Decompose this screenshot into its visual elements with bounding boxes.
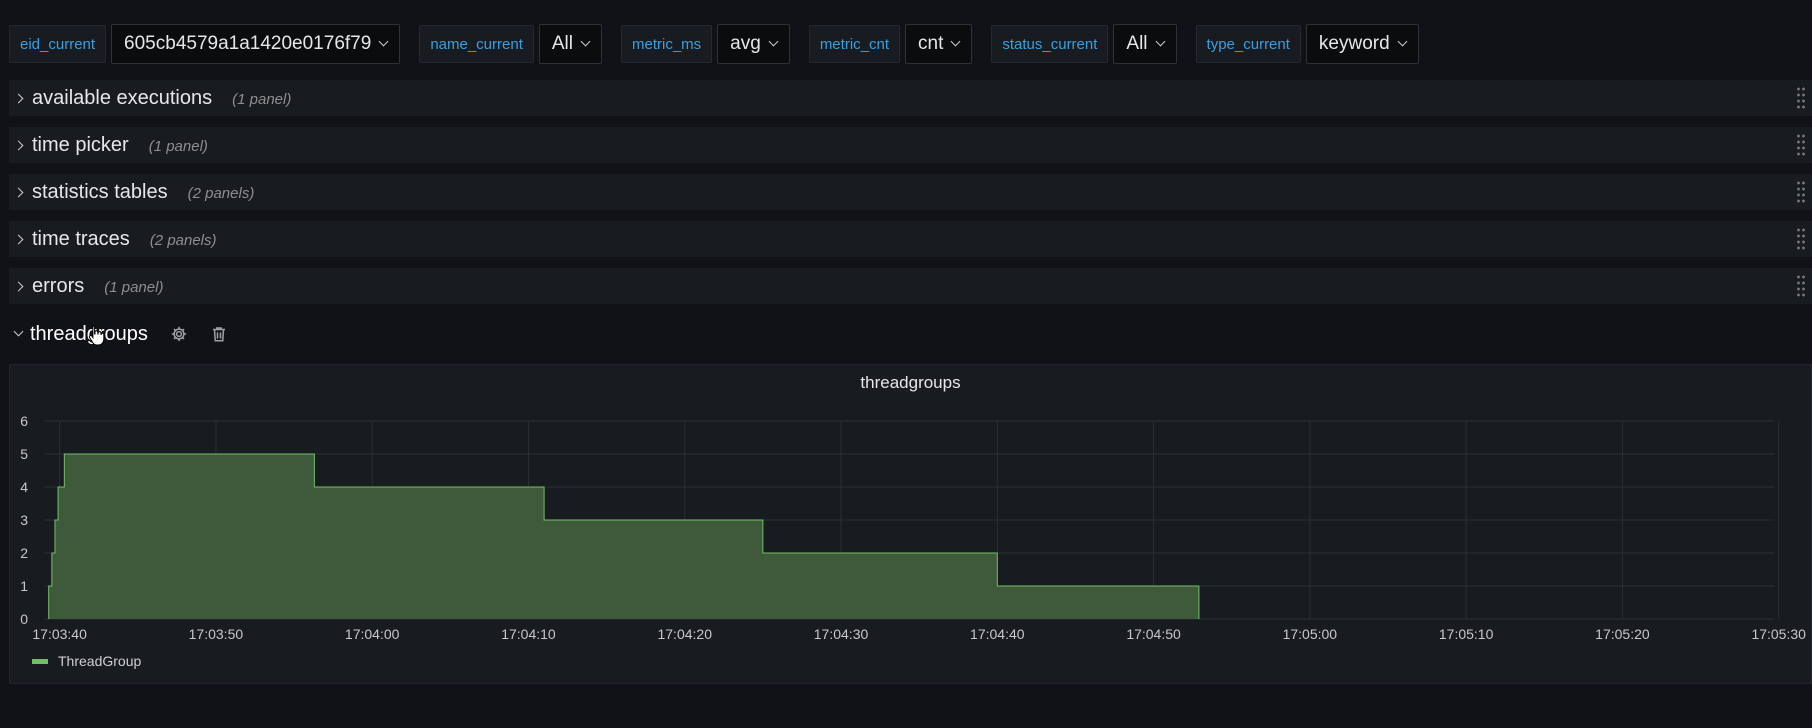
row-panel-count: (2 panels) <box>149 232 217 249</box>
variable-value[interactable]: cnt <box>918 25 943 63</box>
row-time-picker[interactable]: time picker (1 panel) <box>9 127 1812 163</box>
variable-label: name_current <box>419 25 534 63</box>
row-title[interactable]: statistics tables <box>32 181 168 204</box>
chevron-down-icon[interactable] <box>950 36 961 47</box>
row-title[interactable]: errors <box>32 275 84 298</box>
row-title[interactable]: time picker <box>32 134 129 157</box>
chevron-right-icon[interactable] <box>13 234 24 244</box>
drag-handle-icon[interactable] <box>1796 180 1806 204</box>
x-tick-label: 17:04:00 <box>345 626 400 642</box>
chevron-down-icon[interactable] <box>13 326 24 337</box>
variable-value[interactable]: keyword <box>1319 25 1390 63</box>
row-panel-count: (1 panel) <box>104 279 164 296</box>
variable-type-current: type_current keyword <box>1195 24 1419 64</box>
variable-metric-cnt: metric_cnt cnt <box>808 24 973 64</box>
chevron-down-icon[interactable] <box>378 36 389 47</box>
drag-handle-icon[interactable] <box>1796 227 1806 251</box>
row-panel-count: (1 panel) <box>148 138 208 155</box>
row-available-executions[interactable]: available executions (1 panel) <box>9 80 1812 116</box>
row-title[interactable]: available executions <box>32 87 212 110</box>
variable-label: eid_current <box>9 25 107 63</box>
x-tick-label: 17:05:10 <box>1439 626 1494 642</box>
variable-name-current: name_current All <box>419 24 602 64</box>
x-tick-label: 17:04:20 <box>657 626 712 642</box>
x-tick-label: 17:04:30 <box>814 626 869 642</box>
variable-dropdown[interactable]: 605cb4579a1a1420e0176f79 <box>111 24 401 64</box>
x-tick-label: 17:04:10 <box>501 626 556 642</box>
row-errors[interactable]: errors (1 panel) <box>9 268 1812 304</box>
y-tick-label: 6 <box>20 413 28 429</box>
legend-swatch[interactable] <box>32 658 48 664</box>
variable-label: metric_ms <box>621 25 713 63</box>
drag-handle-icon[interactable] <box>1796 86 1806 110</box>
chevron-down-icon[interactable] <box>1397 36 1408 47</box>
variable-dropdown[interactable]: keyword <box>1305 24 1419 64</box>
chevron-right-icon[interactable] <box>13 140 24 150</box>
x-tick-label: 17:03:50 <box>189 626 244 642</box>
drag-handle-icon[interactable] <box>1796 133 1806 157</box>
x-tick-label: 17:05:20 <box>1595 626 1650 642</box>
legend: ThreadGroup <box>32 653 141 669</box>
x-tick-label: 17:04:50 <box>1126 626 1181 642</box>
chevron-right-icon[interactable] <box>13 93 24 103</box>
legend-label[interactable]: ThreadGroup <box>58 653 141 669</box>
variable-dropdown[interactable]: All <box>1113 24 1177 64</box>
chevron-right-icon[interactable] <box>13 187 24 197</box>
row-threadgroups[interactable]: threadgroups <box>9 316 228 352</box>
x-tick-label: 17:03:40 <box>32 626 87 642</box>
variable-dropdown[interactable]: All <box>538 24 602 64</box>
variable-dropdown[interactable]: avg <box>717 24 790 64</box>
chevron-down-icon[interactable] <box>768 36 779 47</box>
variable-value[interactable]: All <box>552 25 573 63</box>
chevron-right-icon[interactable] <box>13 281 24 291</box>
hand-cursor-icon <box>88 325 105 346</box>
row-panel-count: (1 panel) <box>232 91 292 108</box>
variable-status-current: status_current All <box>991 24 1177 64</box>
chevron-down-icon[interactable] <box>1155 36 1165 47</box>
variable-value[interactable]: All <box>1126 25 1147 63</box>
threadgroups-chart[interactable]: 0 1 2 3 4 5 6 17:03:40 17:03:50 17:04:00 17:04:10 1… <box>10 365 1811 683</box>
row-panel-count: (2 panels) <box>187 185 255 202</box>
y-tick-label: 2 <box>20 545 28 561</box>
x-tick-label: 17:05:00 <box>1283 626 1338 642</box>
variable-label: status_current <box>991 25 1109 63</box>
variable-value[interactable]: avg <box>730 25 761 63</box>
series-area <box>48 454 1199 619</box>
graph-panel: threadgroups 0 1 2 3 4 5 6 17:03:40 17:03:50 17:0… <box>9 364 1812 684</box>
gear-icon[interactable] <box>170 325 188 343</box>
y-tick-label: 4 <box>20 479 28 495</box>
x-tick-label: 17:05:30 <box>1751 626 1806 642</box>
chevron-down-icon[interactable] <box>580 36 591 47</box>
x-tick-label: 17:04:40 <box>970 626 1025 642</box>
trash-icon[interactable] <box>210 325 228 343</box>
row-statistics-tables[interactable]: statistics tables (2 panels) <box>9 174 1812 210</box>
drag-handle-icon[interactable] <box>1796 274 1806 298</box>
variable-metric-ms: metric_ms avg <box>621 24 790 64</box>
variables-bar: eid_current 605cb4579a1a1420e0176f79 name_… <box>9 24 1438 64</box>
y-tick-label: 0 <box>20 611 28 627</box>
y-tick-label: 1 <box>20 578 28 594</box>
y-tick-label: 5 <box>20 446 28 462</box>
row-title[interactable]: time traces <box>32 228 130 251</box>
variable-label: type_current <box>1195 25 1301 63</box>
variable-label: metric_cnt <box>808 25 900 63</box>
variable-eid-current: eid_current 605cb4579a1a1420e0176f79 <box>9 24 401 64</box>
y-tick-label: 3 <box>20 512 28 528</box>
variable-value[interactable]: 605cb4579a1a1420e0176f79 <box>124 25 371 63</box>
variable-dropdown[interactable]: cnt <box>905 24 973 64</box>
row-time-traces[interactable]: time traces (2 panels) <box>9 221 1812 257</box>
